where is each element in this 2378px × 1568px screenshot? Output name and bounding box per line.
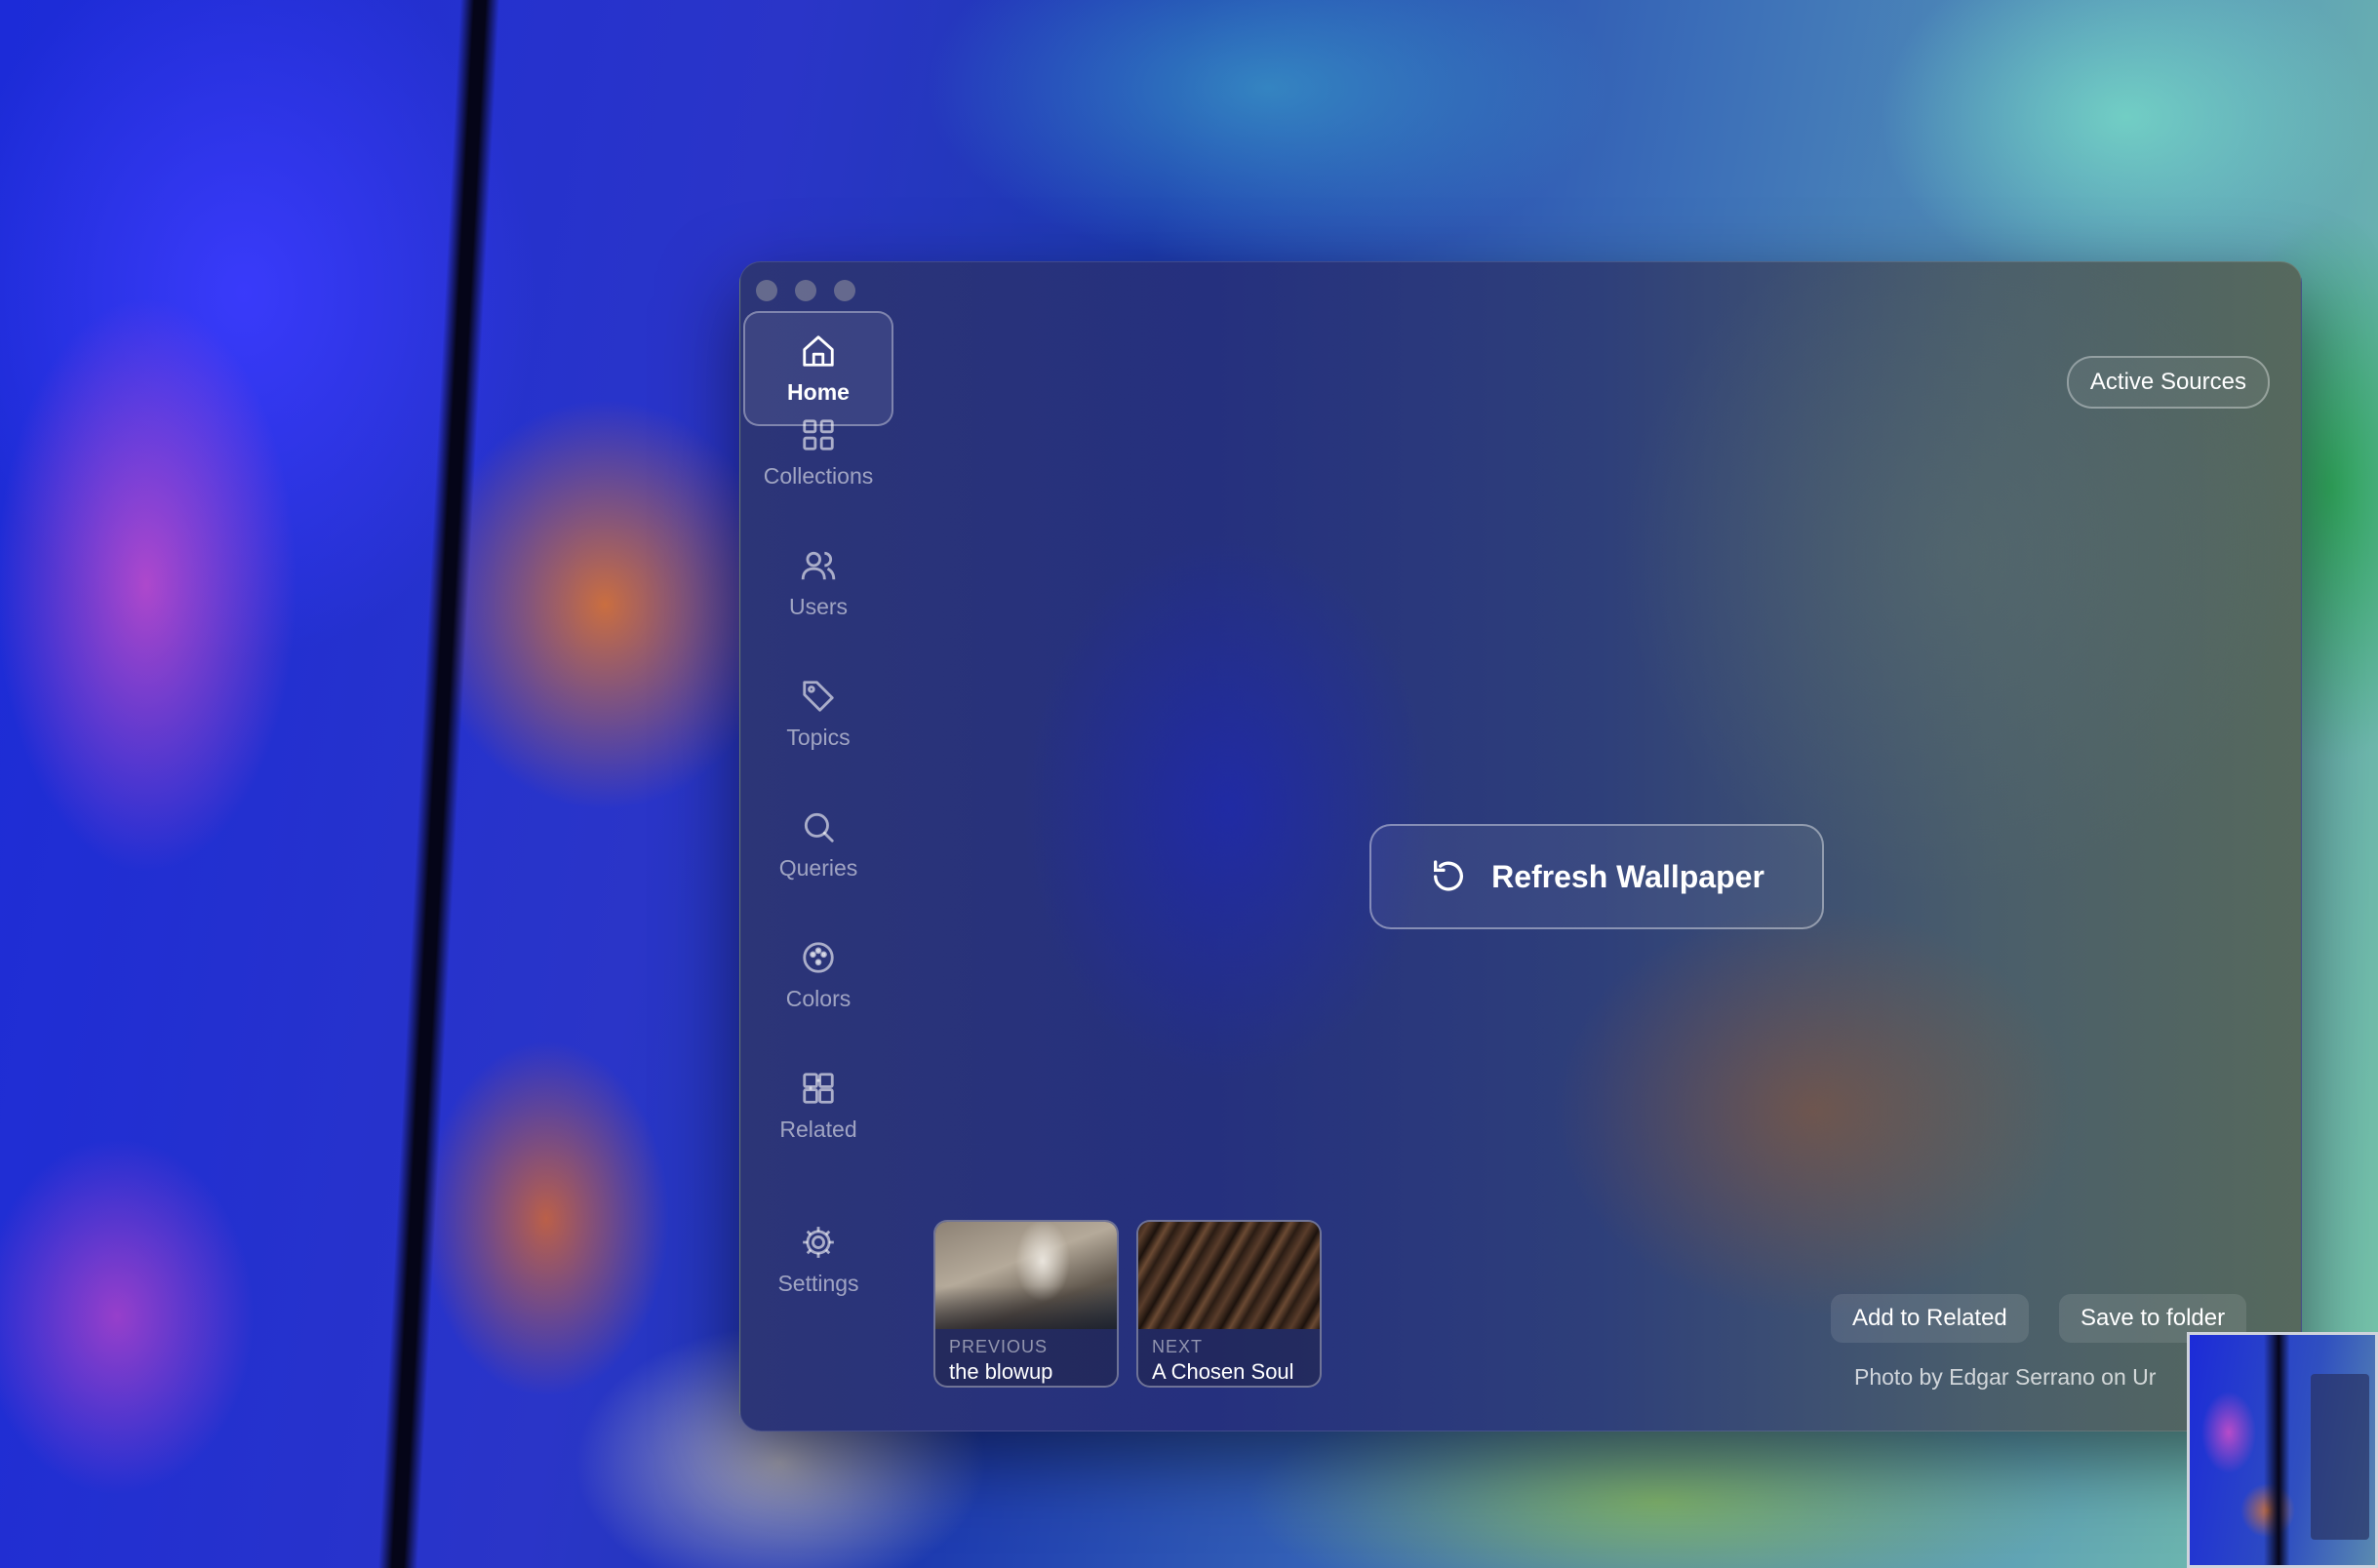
refresh-icon bbox=[1434, 860, 1464, 891]
related-icon bbox=[803, 1072, 834, 1104]
home-icon bbox=[803, 334, 834, 367]
app-window: Home Collections Users Topics Queries Co… bbox=[739, 261, 2302, 1431]
grid-icon bbox=[803, 418, 834, 451]
previous-wallpaper-card[interactable]: PREVIOUS the blowup bbox=[933, 1220, 1119, 1388]
sidebar-item-topics[interactable]: Topics bbox=[743, 656, 893, 771]
add-to-related-button[interactable]: Add to Related bbox=[1831, 1294, 2029, 1343]
sidebar-item-users[interactable]: Users bbox=[743, 526, 893, 641]
sidebar-item-label: Users bbox=[788, 593, 849, 619]
gear-icon bbox=[803, 1226, 834, 1258]
minimize-window-button[interactable] bbox=[795, 280, 816, 301]
palette-icon bbox=[803, 941, 834, 973]
next-caption: NEXT bbox=[1152, 1337, 1204, 1356]
photo-credit[interactable]: Photo by Edgar Serrano on Ur bbox=[1854, 1364, 2156, 1391]
sidebar-item-label: Related bbox=[779, 1116, 857, 1142]
previous-caption: PREVIOUS bbox=[949, 1337, 1049, 1356]
previous-title: the blowup bbox=[949, 1359, 1053, 1384]
zoom-window-button[interactable] bbox=[834, 280, 855, 301]
sidebar-item-label: Topics bbox=[786, 724, 851, 750]
refresh-wallpaper-label: Refresh Wallpaper bbox=[1491, 858, 1764, 894]
sidebar-item-settings[interactable]: Settings bbox=[743, 1202, 893, 1317]
next-thumbnail bbox=[1138, 1222, 1320, 1329]
active-sources-button[interactable]: Active Sources bbox=[2066, 356, 2270, 409]
next-title: A Chosen Soul bbox=[1152, 1359, 1294, 1384]
sidebar-item-colors[interactable]: Colors bbox=[743, 918, 893, 1033]
sidebar-item-label: Settings bbox=[777, 1270, 859, 1296]
sidebar-item-related[interactable]: Related bbox=[743, 1048, 893, 1163]
preview-window bbox=[2311, 1374, 2369, 1540]
sidebar-item-label: Colors bbox=[785, 985, 852, 1011]
sidebar-item-collections[interactable]: Collections bbox=[743, 395, 893, 510]
sidebar-item-label: Collections bbox=[763, 462, 874, 489]
tag-icon bbox=[803, 680, 834, 712]
users-icon bbox=[801, 551, 836, 579]
search-icon bbox=[804, 812, 834, 843]
sidebar-item-queries[interactable]: Queries bbox=[743, 787, 893, 902]
sidebar-item-label: Queries bbox=[778, 854, 858, 881]
next-wallpaper-card[interactable]: NEXT A Chosen Soul bbox=[1136, 1220, 1322, 1388]
close-window-button[interactable] bbox=[756, 280, 777, 301]
refresh-wallpaper-button[interactable]: Refresh Wallpaper bbox=[1369, 824, 1824, 929]
screenshot-preview-thumbnail[interactable] bbox=[2187, 1332, 2378, 1568]
window-controls bbox=[756, 280, 855, 301]
previous-thumbnail bbox=[935, 1222, 1117, 1329]
